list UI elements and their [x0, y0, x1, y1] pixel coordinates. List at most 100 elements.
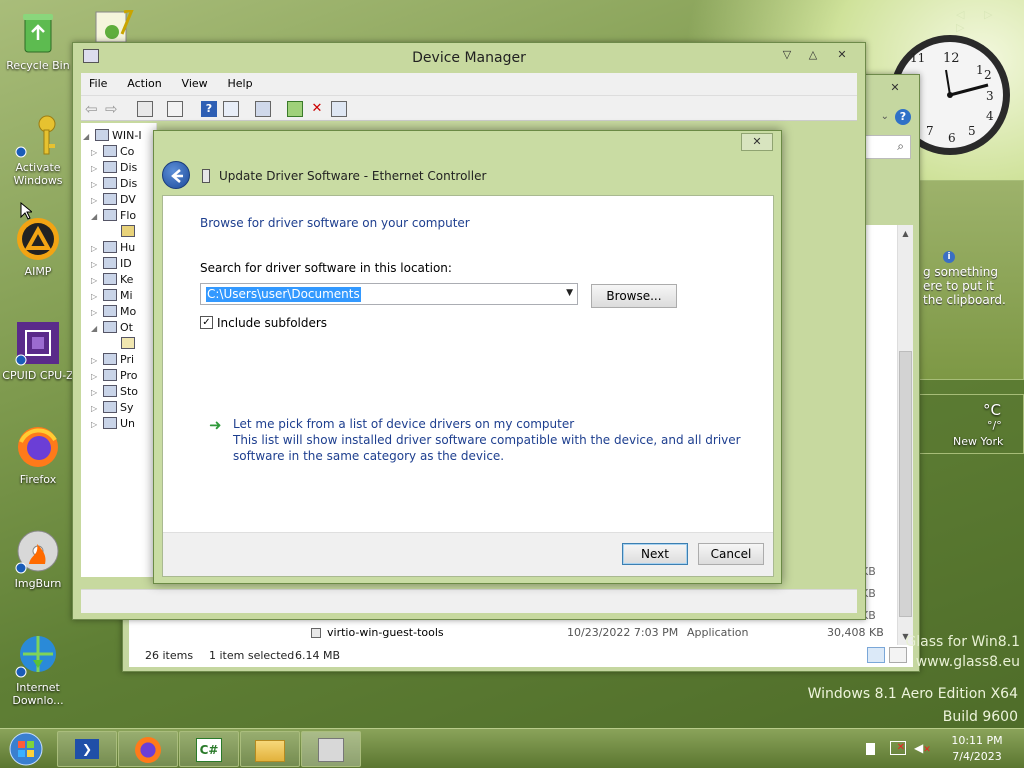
tree-node[interactable]: ▷ Mi: [91, 288, 133, 304]
tray-clock[interactable]: 10:11 PM 7/4/2023: [944, 733, 1010, 765]
taskbar-powershell[interactable]: ❯: [57, 731, 117, 767]
tree-node[interactable]: ▷ Dis: [91, 160, 137, 176]
scrollbar-thumb[interactable]: [899, 351, 912, 617]
desktop-icon-firefox[interactable]: Firefox: [2, 424, 74, 486]
notepad-icon[interactable]: [94, 7, 135, 44]
explorer-dropdown-arrow[interactable]: ⌄: [881, 111, 889, 122]
explorer-close-button[interactable]: ✕: [883, 79, 907, 97]
svg-text:11: 11: [910, 51, 925, 65]
tree-node[interactable]: ◢ Flo: [91, 208, 136, 224]
menu-action[interactable]: Action: [119, 73, 169, 95]
scroll-up-icon[interactable]: ▲: [898, 229, 913, 238]
tree-node[interactable]: ▷ Sy: [91, 400, 134, 416]
menu-view[interactable]: View: [174, 73, 216, 95]
tree-node[interactable]: ▷ DV: [91, 192, 136, 208]
explorer-search-box[interactable]: ⌕: [861, 135, 911, 159]
desktop-icon-activate-windows[interactable]: Activate Windows: [2, 112, 74, 187]
uninstall-icon[interactable]: ✕: [309, 101, 325, 117]
clipboard-text: the clipboard.: [923, 293, 1006, 307]
device-manager-statusbar: [81, 589, 857, 613]
tree-node[interactable]: ▷ Co: [91, 144, 134, 160]
update-driver-icon[interactable]: [287, 101, 303, 117]
desktop-icon-label: Activate Windows: [13, 161, 63, 187]
folder-icon: [255, 740, 285, 762]
list-icon[interactable]: [167, 101, 183, 117]
tray-network-icon[interactable]: ✕: [890, 741, 906, 755]
desktop-icon-imgburn[interactable]: ImgBurn: [2, 528, 74, 590]
tree-node[interactable]: ◢ Ot: [91, 320, 133, 336]
start-button[interactable]: [6, 731, 46, 767]
close-button[interactable]: ✕: [827, 47, 857, 63]
explorer-scrollbar[interactable]: ▲ ▼: [897, 225, 913, 645]
path-combobox[interactable]: C:\Users\user\Documents ▼: [200, 283, 578, 305]
browse-button[interactable]: Browse...: [591, 284, 677, 308]
tree-node[interactable]: ▷ Hu: [91, 240, 135, 256]
help-icon[interactable]: ?: [201, 101, 217, 117]
window-title: Device Manager: [412, 50, 526, 66]
include-subfolders-label[interactable]: Include subfolders: [217, 316, 327, 330]
tree-node[interactable]: ▷ Dis: [91, 176, 137, 192]
unknown-device-icon: [121, 337, 135, 349]
forward-arrow-icon[interactable]: ⇨: [105, 101, 121, 117]
maximize-button[interactable]: △: [801, 47, 825, 63]
processor-icon: [103, 369, 117, 381]
back-button[interactable]: [162, 161, 190, 189]
weather-gadget[interactable]: °C °/° New York: [918, 394, 1024, 454]
minimize-button[interactable]: ▽: [775, 47, 799, 63]
dialog-close-button[interactable]: ✕: [741, 133, 773, 151]
tree-node[interactable]: ▷ Sto: [91, 384, 138, 400]
weather-temp: °C: [983, 401, 1001, 419]
clipboard-gadget[interactable]: i g something ere to put it the clipboar…: [918, 180, 1024, 380]
desktop-icon-internet-download-manager[interactable]: Internet Downlo...: [2, 632, 74, 707]
tray-flag-icon[interactable]: [866, 743, 880, 755]
device-icon: [103, 257, 117, 269]
system-icon: [103, 401, 117, 413]
sidebar-nav-arrows[interactable]: ◁ ▷ ▷: [956, 8, 1024, 34]
device-icon: [103, 209, 117, 221]
table-row[interactable]: virtio-win-guest-tools 10/23/2022 7:03 P…: [311, 625, 891, 641]
cancel-button[interactable]: Cancel: [698, 543, 764, 565]
tree-node[interactable]: ▷ Ke: [91, 272, 133, 288]
tree-node[interactable]: ▷ Un: [91, 416, 135, 432]
dropdown-arrow-icon[interactable]: ▼: [566, 288, 573, 298]
pick-title[interactable]: Let me pick from a list of device driver…: [233, 417, 574, 431]
tree-node[interactable]: ▷ Mo: [91, 304, 136, 320]
tray-volume-icon[interactable]: ◀✕: [914, 741, 932, 755]
next-button[interactable]: Next: [622, 543, 688, 565]
scan-hardware-icon[interactable]: [255, 101, 271, 117]
tree-node[interactable]: ▷ Pro: [91, 368, 137, 384]
view-icon[interactable]: [223, 101, 239, 117]
status-item-count: 26 items: [145, 649, 194, 662]
file-date: 10/23/2022 7:03 PM: [567, 626, 679, 639]
desktop-icon-cpuz[interactable]: CPUID CPU-Z: [2, 320, 74, 382]
menu-file[interactable]: File: [81, 73, 115, 95]
enable-device-icon[interactable]: [331, 101, 347, 117]
svg-text:7: 7: [926, 124, 934, 138]
file-type: Application: [687, 626, 749, 639]
tree-node[interactable]: [121, 336, 138, 352]
taskbar-file-explorer[interactable]: [240, 731, 300, 767]
taskbar-csharp[interactable]: C#: [179, 731, 239, 767]
desktop-icon-recycle-bin[interactable]: Recycle Bin: [2, 10, 74, 72]
tree-node[interactable]: ▷ Pri: [91, 352, 134, 368]
search-location-label: Search for driver software in this locat…: [200, 261, 452, 275]
back-arrow-icon[interactable]: ⇦: [85, 101, 101, 117]
taskbar: ❯ C# ✕ ◀✕ 10:11 PM 7/4/2023: [0, 728, 1024, 768]
include-subfolders-checkbox[interactable]: ✓: [200, 316, 213, 329]
tree-root[interactable]: ◢ WIN-I: [83, 128, 142, 144]
tree-node[interactable]: [121, 224, 138, 240]
update-driver-dialog[interactable]: ✕ Update Driver Software - Ethernet Cont…: [153, 130, 782, 584]
tree-node[interactable]: ▷ ID: [91, 256, 132, 272]
explorer-help-icon[interactable]: ?: [895, 109, 911, 125]
menu-help[interactable]: Help: [219, 73, 260, 95]
path-input[interactable]: C:\Users\user\Documents: [206, 287, 361, 302]
imgburn-icon: [15, 528, 61, 574]
powershell-icon: ❯: [75, 739, 99, 759]
properties-icon[interactable]: [137, 101, 153, 117]
taskbar-device-manager[interactable]: [301, 731, 361, 767]
desktop-icon-label: Recycle Bin: [6, 59, 70, 72]
taskbar-firefox[interactable]: [118, 731, 178, 767]
status-size: 6.14 MB: [295, 649, 341, 662]
details-view-icon[interactable]: [867, 647, 885, 663]
desktop-icon-aimp[interactable]: AIMP: [2, 216, 74, 278]
